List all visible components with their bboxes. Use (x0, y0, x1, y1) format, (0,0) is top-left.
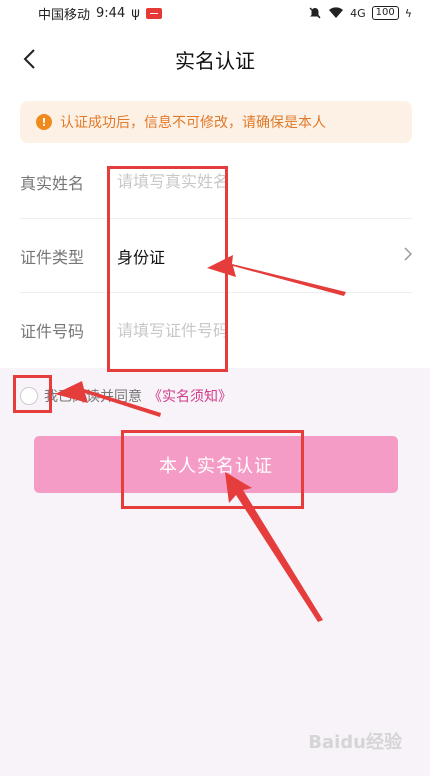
id-number-input[interactable] (117, 320, 357, 340)
agreement-row: 我已阅读并同意 《实名须知》 (20, 386, 232, 406)
battery-indicator: 100 (371, 6, 399, 20)
id-type-value[interactable]: 身份证 (117, 244, 165, 268)
info-icon: ! (36, 114, 52, 130)
agreement-link[interactable]: 《实名须知》 (148, 386, 232, 406)
agreement-radio[interactable] (20, 387, 38, 405)
verification-form: 真实姓名 证件类型 身份证 证件号码 (20, 145, 412, 367)
clock: 9:44 (96, 5, 126, 21)
app-notification-icon (145, 7, 162, 19)
submit-verification-button[interactable]: 本人实名认证 (34, 436, 398, 493)
network-label: 4G (350, 6, 366, 20)
bell-off-icon (308, 6, 322, 20)
chevron-right-icon (404, 247, 412, 261)
name-label: 真实姓名 (20, 173, 85, 193)
form-row-name: 真实姓名 (20, 145, 412, 219)
form-row-id-type[interactable]: 证件类型 身份证 (20, 219, 412, 293)
back-button[interactable] (14, 44, 44, 74)
charging-icon: ϟ (404, 6, 412, 20)
real-name-input[interactable] (117, 172, 357, 191)
status-bar: 中国移动 9:44 ψ 4G 100 ϟ (0, 0, 430, 26)
chevron-left-icon (23, 49, 35, 69)
nav-header: 实名认证 (0, 36, 430, 82)
id-type-label: 证件类型 (20, 247, 85, 267)
agreement-text: 我已阅读并同意 (44, 389, 142, 405)
id-number-label: 证件号码 (20, 322, 85, 341)
carrier-label: 中国移动 (38, 7, 91, 23)
page-title: 实名认证 (175, 48, 255, 73)
usb-icon: ψ (131, 5, 140, 21)
wifi-icon (328, 7, 344, 19)
notice-banner: ! 认证成功后，信息不可修改，请确保是本人 (20, 101, 412, 143)
watermark: Baidu经验 (308, 732, 402, 753)
lower-section: 我已阅读并同意 《实名须知》 本人实名认证 Baidu经验 (0, 368, 430, 776)
notice-text: 认证成功后，信息不可修改，请确保是本人 (60, 115, 326, 131)
form-row-id-number: 证件号码 (20, 293, 412, 367)
